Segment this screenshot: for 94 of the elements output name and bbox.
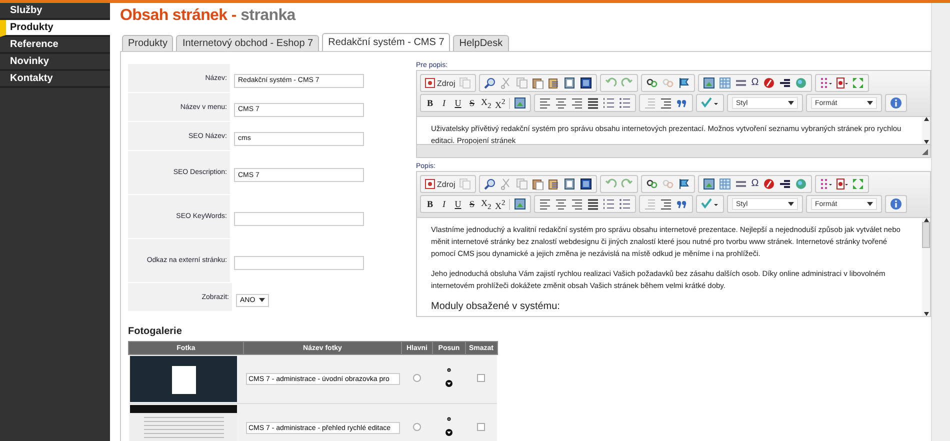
justify-icon[interactable] [587,97,599,109]
link-icon[interactable] [646,178,658,190]
input-field[interactable] [234,256,364,270]
resize-grip-icon[interactable] [922,149,928,155]
move-down-icon[interactable] [445,428,453,437]
caret-icon [259,298,266,302]
format-button[interactable]: I [439,98,449,108]
caret-icon [788,101,794,105]
image-icon[interactable] [703,77,716,89]
flash-icon[interactable] [762,77,775,89]
tab[interactable]: Internetový obchod - Eshop 7 [176,35,320,51]
image-icon[interactable] [703,178,716,190]
horizontal-rule-icon[interactable] [735,77,748,89]
format-button[interactable]: X$^{2}$ [495,198,505,210]
image-icon[interactable] [514,198,526,210]
tab[interactable]: Redakční systém - CMS 7 [322,33,450,51]
special-character-button[interactable]: Ω [751,77,759,89]
bullet-list-icon[interactable] [619,97,631,109]
section-title: Fotogalerie [128,326,183,337]
numbered-list-icon[interactable] [603,97,615,109]
clipboard-text-icon[interactable] [548,178,560,190]
source-icon [425,179,435,189]
sidebar-item[interactable]: Produkty [0,20,110,37]
format-button[interactable]: I [439,199,449,209]
info-icon[interactable] [890,97,902,109]
magnifier-icon[interactable] [484,77,496,89]
bullet-list-icon[interactable] [619,198,631,210]
text-color-icon[interactable] [820,77,832,89]
indent-icon[interactable] [660,198,672,210]
indent-icon[interactable] [660,97,672,109]
format-button[interactable]: S [467,98,477,108]
select-all-icon[interactable] [580,77,592,89]
spellcheck-icon[interactable] [701,97,719,109]
magnifier-icon[interactable] [484,178,496,190]
clipboard-doc-icon[interactable] [564,77,576,89]
horizontal-rule-icon[interactable] [735,178,748,190]
format-button[interactable]: X$_{2}$ [481,198,491,210]
format-button[interactable]: X$_{2}$ [481,96,491,110]
checkbox[interactable] [477,423,486,431]
format-button[interactable]: B [425,98,435,108]
page-break-icon[interactable] [778,77,791,89]
page-break-icon[interactable] [778,178,791,190]
content-heading: Moduly obsažené v systému: [431,300,561,313]
clipboard-text-icon[interactable] [548,77,560,89]
info-icon[interactable] [890,198,902,210]
scrollbar[interactable] [922,117,930,144]
tab[interactable]: Produkty [122,35,174,51]
radio-button[interactable] [413,374,421,382]
align-right-icon[interactable] [571,97,583,109]
clipboard-icon[interactable] [532,77,544,89]
image-icon[interactable] [514,97,526,109]
format-button[interactable]: U [453,98,463,108]
align-center-icon[interactable] [555,97,567,109]
radio-button[interactable] [413,423,421,431]
special-character-button[interactable]: Ω [751,178,759,190]
sidebar-item[interactable]: Novinky [0,54,110,71]
align-center-icon[interactable] [555,198,567,210]
source-icon [425,78,435,88]
clipboard-icon[interactable] [532,178,544,190]
flash-icon[interactable] [762,178,775,190]
select-all-icon[interactable] [580,178,592,190]
format-button[interactable]: B [425,199,435,209]
maximize-icon[interactable] [852,178,864,190]
quote-icon[interactable] [676,97,688,109]
move-down-icon[interactable] [445,379,453,388]
align-right-icon[interactable] [571,198,583,210]
text-color-icon[interactable] [820,178,832,190]
quote-icon[interactable] [676,198,688,210]
checkbox[interactable] [477,374,486,382]
scrollbar[interactable] [922,218,930,316]
caret-icon [867,202,873,206]
numbered-list-icon[interactable] [603,198,615,210]
background-color-icon[interactable] [836,77,848,89]
flag-icon[interactable] [678,77,690,89]
justify-icon[interactable] [587,198,599,210]
scroll-down-icon[interactable] [924,312,928,316]
background-color-icon[interactable] [836,178,848,190]
clipboard-doc-icon[interactable] [564,178,576,190]
format-button[interactable]: S [467,199,477,209]
link-icon[interactable] [646,77,658,89]
spellcheck-icon[interactable] [701,198,719,210]
sidebar-item[interactable]: Kontakty [0,71,110,88]
format-button[interactable]: U [453,199,463,209]
align-left-icon[interactable] [539,97,551,109]
page-title: Obsah stránek - stranka [120,7,297,25]
caret-icon [867,101,873,105]
input-field[interactable] [234,212,364,226]
maximize-icon[interactable] [852,77,864,89]
sidebar-item[interactable]: Reference [0,37,110,54]
caret-icon [788,202,794,206]
flag-icon[interactable] [678,178,690,190]
align-left-icon[interactable] [539,198,551,210]
tab[interactable]: HelpDesk [453,35,509,51]
format-button[interactable]: X$^{2}$ [495,96,505,110]
